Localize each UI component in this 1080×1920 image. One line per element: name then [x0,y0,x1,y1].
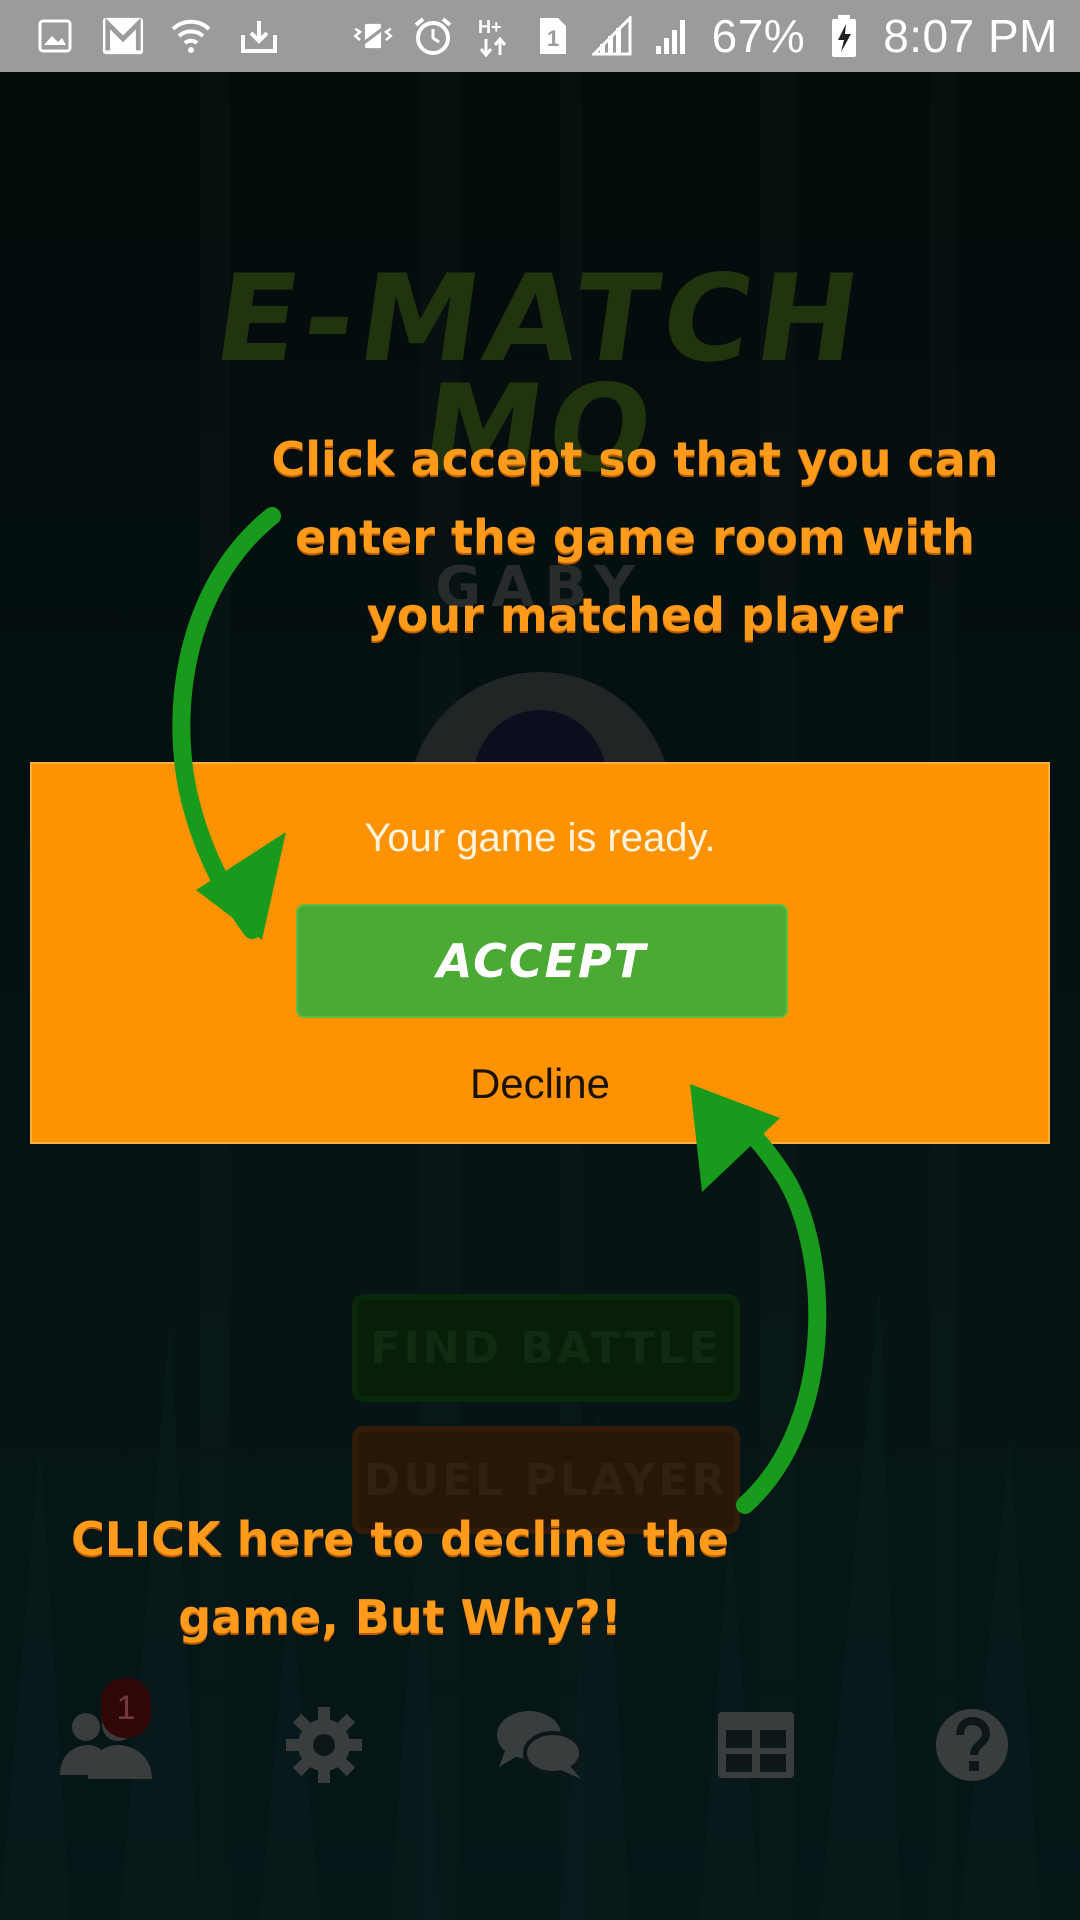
annotation-accept-line1: Click accept so that you can [271,432,999,486]
svg-text:1: 1 [547,26,559,51]
download-icon [238,15,280,57]
svg-text:H+: H+ [478,17,502,37]
battery-charging-icon [823,15,865,57]
alarm-icon [412,15,454,57]
battery-percent: 67% [711,10,806,62]
annotation-decline-line2: game, But Why?! [178,1590,622,1644]
decline-button[interactable]: Decline [32,1060,1048,1108]
annotation-accept-line2: enter the game room with [295,510,975,564]
signal-icon [591,15,634,57]
wifi-icon [170,15,212,57]
game-ready-dialog: Your game is ready. ACCEPT Decline [30,762,1050,1144]
status-bar: H+ 1 67% 8:07 PM [0,0,1080,72]
annotation-decline: CLICK here to decline the game, But Why?… [30,1500,770,1656]
gmail-icon [102,15,144,57]
signal2-icon [652,15,694,57]
clock-time: 8:07 PM [883,10,1058,62]
sim1-icon: 1 [532,15,574,57]
accept-button[interactable]: ACCEPT [296,904,788,1018]
annotation-decline-line1: CLICK here to decline the [71,1512,729,1566]
gallery-icon [34,15,76,57]
data-hplus-icon: H+ [472,15,514,57]
annotation-accept: Click accept so that you can enter the g… [255,420,1015,654]
dialog-message: Your game is ready. [364,816,716,860]
vibrate-icon [352,15,394,57]
annotation-accept-line3: your matched player [366,588,904,642]
